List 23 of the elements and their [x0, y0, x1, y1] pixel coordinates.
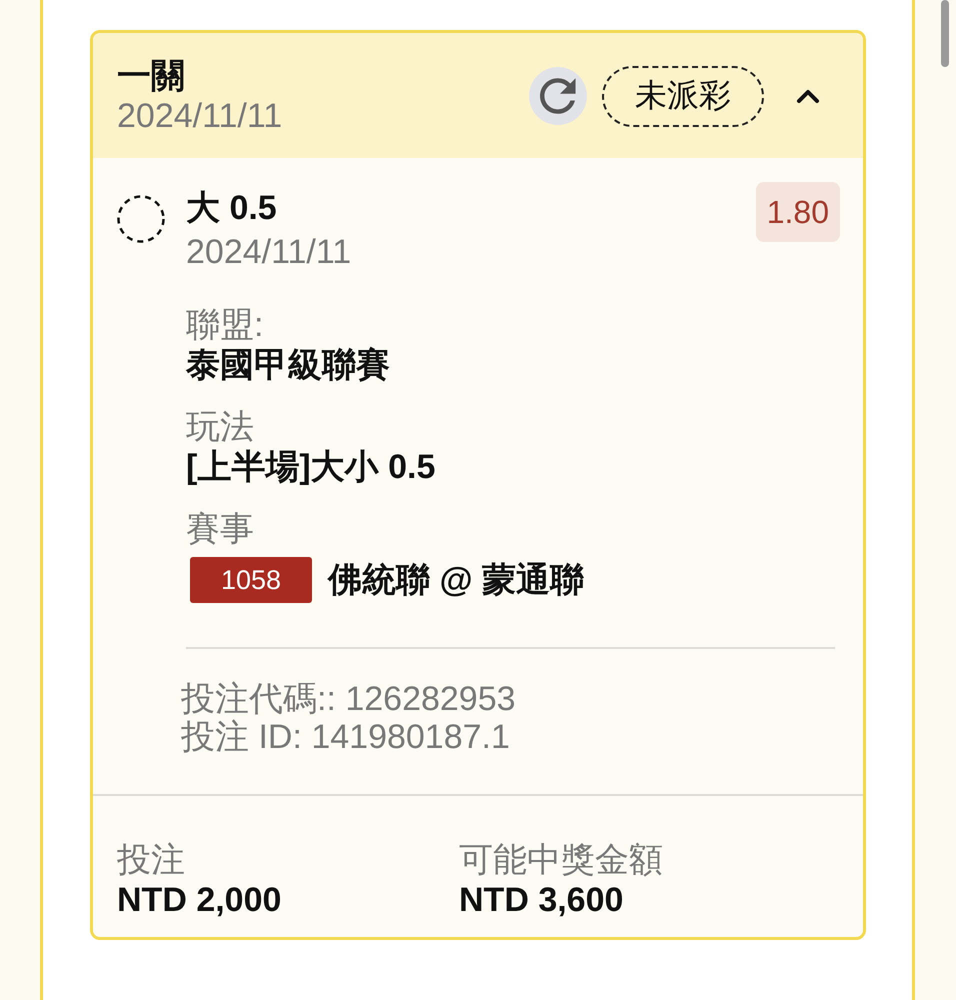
field-label: 賽事: [186, 509, 255, 549]
chevron-up-icon: [796, 88, 820, 104]
match-number-badge: 1058: [190, 557, 312, 603]
field-label: 聯盟:: [186, 305, 264, 345]
refresh-icon: [540, 78, 576, 114]
match-teams: 佛統聯 @ 蒙通聯: [328, 560, 584, 600]
odds-badge: 1.80: [756, 182, 840, 242]
field-label: 玩法: [186, 407, 255, 447]
selection-name: 大 0.5: [186, 188, 278, 228]
bet-reference: 投注代碼:: 126282953: [181, 680, 517, 718]
dashed-circle-icon: [117, 195, 165, 243]
bet-reference: 投注 ID: 141980187.1: [181, 718, 511, 756]
total-amount: NTD 2,000: [117, 880, 282, 920]
status-badge: 未派彩: [602, 66, 764, 126]
total-label: 投注: [117, 840, 186, 880]
bet-type-title: 一關: [117, 56, 186, 96]
total-amount: NTD 3,600: [459, 880, 624, 920]
bet-date: 2024/11/11: [117, 96, 284, 136]
selection-date: 2024/11/11: [186, 232, 352, 272]
field-value: 泰國甲級聯賽: [186, 345, 391, 385]
scrollbar-thumb[interactable]: [941, 0, 949, 67]
total-label: 可能中獎金額: [459, 840, 664, 880]
field-value: [上半場]大小 0.5: [186, 447, 436, 487]
